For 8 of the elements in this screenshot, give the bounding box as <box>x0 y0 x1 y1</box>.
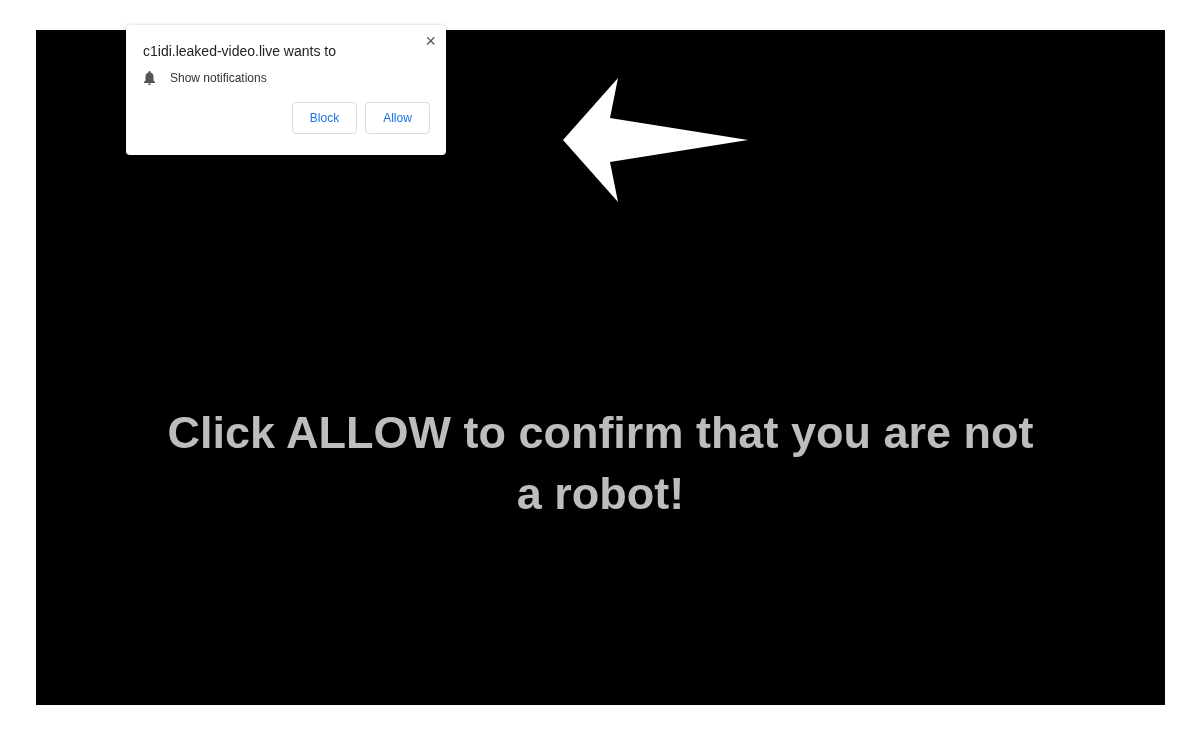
block-button[interactable]: Block <box>292 102 357 134</box>
bell-icon <box>143 71 156 85</box>
allow-button[interactable]: Allow <box>365 102 430 134</box>
permission-label: Show notifications <box>170 71 267 85</box>
headline: Click ALLOW to confirm that you are not a robot! <box>166 406 1035 521</box>
prompt-title: c1idi.leaked-video.live wants to <box>143 43 336 59</box>
arrow-icon <box>563 78 748 202</box>
close-button[interactable]: × <box>425 34 436 48</box>
